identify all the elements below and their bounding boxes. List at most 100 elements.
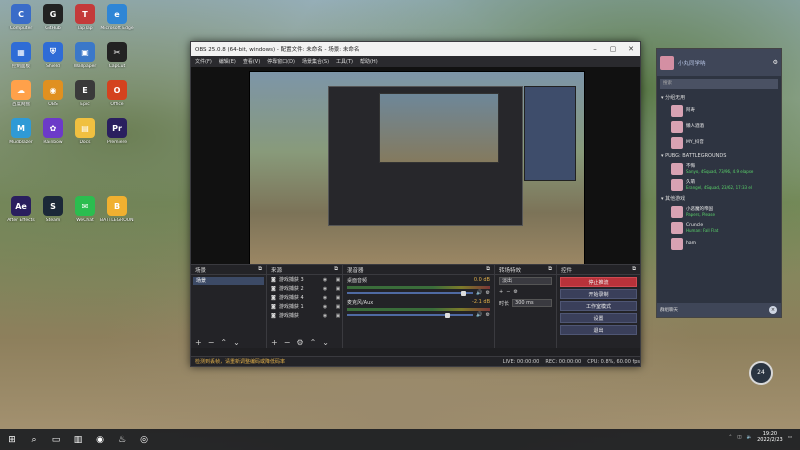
speaker-icon[interactable]: 🔊 bbox=[476, 290, 482, 296]
friend-item[interactable]: MY_抖音 bbox=[657, 135, 781, 151]
lock-icon[interactable]: ▣ bbox=[334, 286, 342, 292]
add-icon[interactable]: + bbox=[195, 338, 202, 347]
start-icon[interactable]: ⊞ bbox=[6, 435, 18, 445]
desktop-icon[interactable]: B BATTLEGROUNDS bbox=[100, 196, 134, 223]
notification-icon[interactable]: ▭ bbox=[788, 435, 792, 440]
start-recording-button[interactable]: 开始录制 bbox=[560, 289, 637, 299]
gear-icon[interactable]: ⚙ bbox=[296, 338, 303, 347]
move-up-icon[interactable]: ⌃ bbox=[310, 338, 317, 347]
eye-icon[interactable]: ◉ bbox=[321, 313, 329, 319]
settings-button[interactable]: 设置 bbox=[560, 313, 637, 323]
task-view-icon[interactable]: ▭ bbox=[50, 435, 62, 445]
friend-group-title[interactable]: ▾ 其他游戏 bbox=[657, 193, 781, 204]
transition-select[interactable]: 淡出 bbox=[499, 277, 552, 285]
eye-icon[interactable]: ◉ bbox=[321, 304, 329, 310]
speaker-icon[interactable]: 🔊 bbox=[476, 312, 482, 318]
volume-icon[interactable]: 🔈 bbox=[746, 435, 752, 440]
gear-icon[interactable]: ⚙ bbox=[486, 312, 490, 318]
friend-group-title[interactable]: ▾ 分组无用 bbox=[657, 92, 781, 103]
minimize-icon[interactable]: – bbox=[586, 45, 604, 53]
eye-icon[interactable]: ◉ bbox=[321, 277, 329, 283]
desktop-icon[interactable]: ▦ 控制面板 bbox=[4, 42, 38, 69]
desktop-icon[interactable]: ✉ WeChat bbox=[68, 196, 102, 223]
chat-panel[interactable]: 小丸同学呐 ⚙ 搜索 ▾ 分组无用 阿寿 懒人酒酒 MY_抖音 ▾ PUBG: BATT… bbox=[656, 48, 782, 318]
gear-icon[interactable]: ⚙ bbox=[773, 59, 778, 66]
source-item[interactable]: ◙ 游戏捕获 4 ◉ ▣ bbox=[267, 293, 342, 302]
desktop-icon[interactable]: C Computer bbox=[4, 4, 38, 31]
exit-button[interactable]: 退出 bbox=[560, 325, 637, 335]
friend-item[interactable]: ham bbox=[657, 236, 781, 252]
network-icon[interactable]: ◫ bbox=[737, 435, 741, 440]
obs-taskbar-icon[interactable]: ◎ bbox=[138, 435, 150, 445]
dock-float-icon[interactable]: ⧉ bbox=[486, 266, 490, 273]
dock-float-icon[interactable]: ⧉ bbox=[632, 266, 636, 273]
desktop-icon[interactable]: ✿ Rainbow bbox=[36, 118, 70, 145]
friend-item[interactable]: 不悔 Sanyo, 4Squad, 73/96, 4.9 elapse bbox=[657, 161, 781, 177]
menu-help[interactable]: 帮助(H) bbox=[360, 58, 378, 65]
performance-widget[interactable]: 24 bbox=[749, 361, 773, 385]
menu-docks[interactable]: 停靠窗口(D) bbox=[267, 58, 295, 65]
studio-mode-button[interactable]: 工作室模式 bbox=[560, 301, 637, 311]
desktop-icon[interactable]: O Office bbox=[100, 80, 134, 107]
app-taskbar-icon[interactable]: ◉ bbox=[94, 435, 106, 445]
scene-item[interactable]: 场景 bbox=[193, 277, 264, 285]
chat-search-input[interactable]: 搜索 bbox=[660, 79, 778, 89]
close-icon[interactable]: ✕ bbox=[622, 45, 640, 53]
lock-icon[interactable]: ▣ bbox=[334, 295, 342, 301]
menu-file[interactable]: 文件(F) bbox=[195, 58, 212, 65]
volume-knob[interactable] bbox=[445, 312, 451, 318]
steam-taskbar-icon[interactable]: ▥ bbox=[72, 435, 84, 445]
desktop-icon[interactable]: S Steam bbox=[36, 196, 70, 223]
menu-tools[interactable]: 工具(T) bbox=[336, 58, 353, 65]
avatar[interactable] bbox=[660, 55, 674, 70]
dock-float-icon[interactable]: ⧉ bbox=[334, 266, 338, 273]
desktop-icon[interactable]: ▣ Wallpaper bbox=[68, 42, 102, 69]
source-item[interactable]: ◙ 游戏捕获 ◉ ▣ bbox=[267, 311, 342, 320]
desktop-icon[interactable]: G GitHub bbox=[36, 4, 70, 31]
menu-edit[interactable]: 编辑(E) bbox=[219, 58, 236, 65]
friend-item[interactable]: Cruncle Human: Fall Flat bbox=[657, 220, 781, 236]
lock-icon[interactable]: ▣ bbox=[334, 313, 342, 319]
obs-titlebar[interactable]: OBS 25.0.8 (64-bit, windows) - 配置文件: 未命名… bbox=[191, 42, 640, 56]
desktop-icon[interactable]: ☁ 百度网盘 bbox=[4, 80, 38, 107]
move-down-icon[interactable]: ⌄ bbox=[322, 338, 329, 347]
friend-item[interactable]: 阿寿 bbox=[657, 103, 781, 119]
dock-float-icon[interactable]: ⧉ bbox=[258, 266, 262, 273]
chevron-up-icon[interactable]: ⌃ bbox=[728, 435, 732, 440]
menu-view[interactable]: 查看(V) bbox=[243, 58, 260, 65]
lock-icon[interactable]: ▣ bbox=[334, 277, 342, 283]
pubg-taskbar-icon[interactable]: ♨ bbox=[116, 435, 128, 445]
friend-item[interactable]: 久萌 Erangel, 4Squad, 23/62, 17:33 el bbox=[657, 177, 781, 193]
close-icon[interactable]: × bbox=[769, 306, 777, 314]
eye-icon[interactable]: ◉ bbox=[321, 295, 329, 301]
group-chat-label[interactable]: 群组聊天 bbox=[660, 307, 678, 313]
friend-group-title[interactable]: ▾ PUBG: BATTLEGROUNDS bbox=[657, 151, 781, 161]
search-icon[interactable]: ⌕ bbox=[28, 435, 40, 445]
friend-item[interactable]: 懒人酒酒 bbox=[657, 119, 781, 135]
move-down-icon[interactable]: ⌄ bbox=[233, 338, 240, 347]
move-up-icon[interactable]: ⌃ bbox=[220, 338, 227, 347]
menu-scene-collection[interactable]: 场景集合(S) bbox=[302, 58, 329, 65]
desktop-icon[interactable]: Pr Premiere bbox=[100, 118, 134, 145]
desktop-icon[interactable]: ▤ Docs bbox=[68, 118, 102, 145]
desktop-icon[interactable]: ⛨ Shield bbox=[36, 42, 70, 69]
gear-icon[interactable]: ⚙ bbox=[486, 290, 490, 296]
desktop-icon[interactable]: T TapTap bbox=[68, 4, 102, 31]
maximize-icon[interactable]: ▢ bbox=[604, 45, 622, 53]
volume-knob[interactable] bbox=[461, 290, 467, 296]
add-icon[interactable]: + bbox=[271, 338, 278, 347]
remove-icon[interactable]: − bbox=[506, 289, 510, 295]
add-icon[interactable]: + bbox=[499, 289, 503, 295]
duration-input[interactable]: 300 ms bbox=[512, 299, 552, 307]
desktop-icon[interactable]: E Epic bbox=[68, 80, 102, 107]
desktop-icon[interactable]: ◉ OBS bbox=[36, 80, 70, 107]
clock[interactable]: 19:20 2022/2/23 bbox=[757, 431, 783, 443]
source-item[interactable]: ◙ 游戏捕获 2 ◉ ▣ bbox=[267, 284, 342, 293]
dock-float-icon[interactable]: ⧉ bbox=[548, 266, 552, 273]
volume-slider[interactable] bbox=[347, 290, 474, 296]
obs-window[interactable]: OBS 25.0.8 (64-bit, windows) - 配置文件: 未命名… bbox=[190, 41, 641, 367]
friend-item[interactable]: 小恶魔的帝国 Papers, Please bbox=[657, 204, 781, 220]
source-item[interactable]: ◙ 游戏捕获 3 ◉ ▣ bbox=[267, 275, 342, 284]
desktop-icon[interactable]: Ae After Effects bbox=[4, 196, 38, 223]
eye-icon[interactable]: ◉ bbox=[321, 286, 329, 292]
